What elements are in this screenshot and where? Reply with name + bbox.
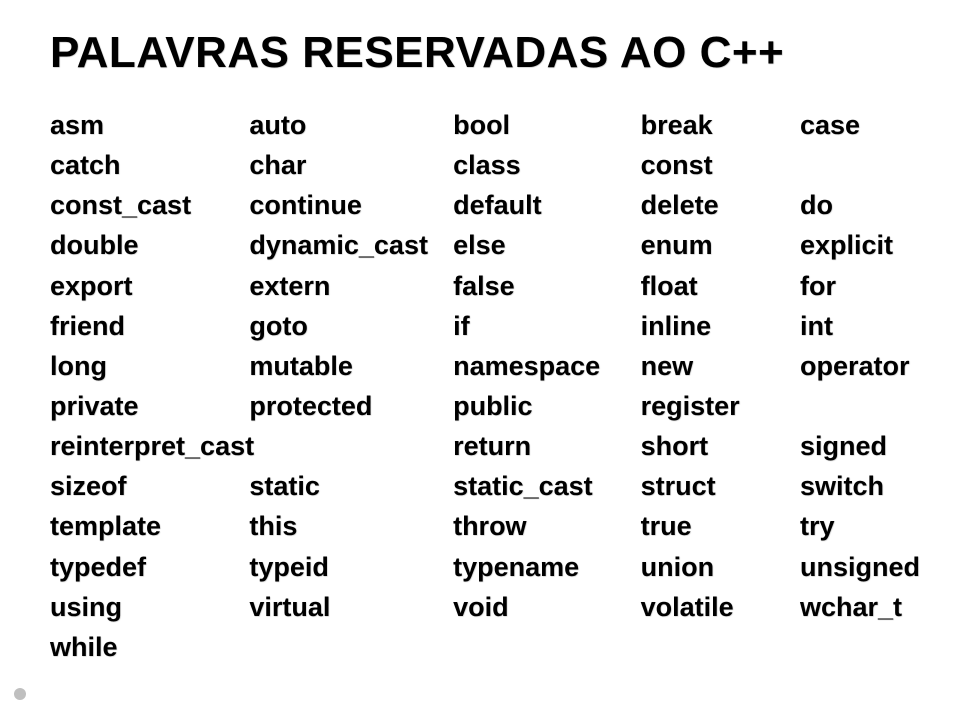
kw-cell xyxy=(453,628,641,668)
kw-cell: reinterpret_cast xyxy=(50,427,453,467)
kw-cell: protected xyxy=(249,387,453,427)
kw-cell: int xyxy=(800,307,920,347)
kw-cell: mutable xyxy=(249,347,453,387)
table-row: privateprotectedpublicregister xyxy=(50,387,920,427)
kw-cell: virtual xyxy=(249,588,453,628)
kw-cell: typeid xyxy=(249,548,453,588)
kw-cell: template xyxy=(50,507,249,547)
kw-cell: default xyxy=(453,186,641,226)
kw-cell: return xyxy=(453,427,641,467)
kw-cell: operator xyxy=(800,347,920,387)
slide-bullet-icon xyxy=(14,688,26,700)
kw-cell: long xyxy=(50,347,249,387)
kw-cell: break xyxy=(641,106,800,146)
kw-cell: dynamic_cast xyxy=(249,226,453,266)
table-row: while xyxy=(50,628,920,668)
kw-cell: true xyxy=(641,507,800,547)
kw-cell: bool xyxy=(453,106,641,146)
table-row: exportexternfalsefloatfor xyxy=(50,267,920,307)
kw-cell: class xyxy=(453,146,641,186)
table-row: doubledynamic_castelseenumexplicit xyxy=(50,226,920,266)
kw-cell: enum xyxy=(641,226,800,266)
kw-cell: union xyxy=(641,548,800,588)
kw-cell: const xyxy=(641,146,800,186)
kw-cell: while xyxy=(50,628,249,668)
kw-cell: switch xyxy=(800,467,920,507)
kw-cell: new xyxy=(641,347,800,387)
table-row: friendgotoifinlineint xyxy=(50,307,920,347)
kw-cell: using xyxy=(50,588,249,628)
kw-cell: else xyxy=(453,226,641,266)
kw-cell xyxy=(800,628,920,668)
kw-cell xyxy=(641,628,800,668)
kw-cell: goto xyxy=(249,307,453,347)
kw-cell: asm xyxy=(50,106,249,146)
page-title: PALAVRAS RESERVADAS AO C++ xyxy=(50,28,920,78)
table-row: catchcharclassconst xyxy=(50,146,920,186)
kw-cell: volatile xyxy=(641,588,800,628)
kw-cell: struct xyxy=(641,467,800,507)
kw-cell: wchar_t xyxy=(800,588,920,628)
kw-cell: export xyxy=(50,267,249,307)
kw-cell xyxy=(800,146,920,186)
keywords-table: asmautoboolbreakcase catchcharclassconst… xyxy=(50,106,920,668)
kw-cell: typedef xyxy=(50,548,249,588)
kw-cell: continue xyxy=(249,186,453,226)
kw-cell: sizeof xyxy=(50,467,249,507)
kw-cell: false xyxy=(453,267,641,307)
kw-cell: if xyxy=(453,307,641,347)
kw-cell: case xyxy=(800,106,920,146)
kw-cell: unsigned xyxy=(800,548,920,588)
kw-cell: public xyxy=(453,387,641,427)
kw-cell: catch xyxy=(50,146,249,186)
kw-cell: float xyxy=(641,267,800,307)
kw-cell: try xyxy=(800,507,920,547)
table-row: longmutablenamespacenewoperator xyxy=(50,347,920,387)
kw-cell: for xyxy=(800,267,920,307)
kw-cell: delete xyxy=(641,186,800,226)
table-row: sizeofstaticstatic_caststructswitch xyxy=(50,467,920,507)
table-row: usingvirtualvoidvolatilewchar_t xyxy=(50,588,920,628)
table-row: const_castcontinuedefaultdeletedo xyxy=(50,186,920,226)
kw-cell: namespace xyxy=(453,347,641,387)
table-row: typedeftypeidtypenameunionunsigned xyxy=(50,548,920,588)
kw-cell: short xyxy=(641,427,800,467)
kw-cell: inline xyxy=(641,307,800,347)
kw-cell: private xyxy=(50,387,249,427)
kw-cell: void xyxy=(453,588,641,628)
kw-cell: register xyxy=(641,387,800,427)
table-row: reinterpret_castreturnshortsigned xyxy=(50,427,920,467)
kw-cell: typename xyxy=(453,548,641,588)
kw-cell xyxy=(249,628,453,668)
kw-cell: double xyxy=(50,226,249,266)
kw-cell: throw xyxy=(453,507,641,547)
kw-cell: static_cast xyxy=(453,467,641,507)
kw-cell: this xyxy=(249,507,453,547)
kw-cell: do xyxy=(800,186,920,226)
kw-cell: extern xyxy=(249,267,453,307)
kw-cell: friend xyxy=(50,307,249,347)
table-row: asmautoboolbreakcase xyxy=(50,106,920,146)
kw-cell: signed xyxy=(800,427,920,467)
kw-cell xyxy=(800,387,920,427)
kw-cell: static xyxy=(249,467,453,507)
kw-cell: auto xyxy=(249,106,453,146)
kw-cell: explicit xyxy=(800,226,920,266)
kw-cell: const_cast xyxy=(50,186,249,226)
kw-cell: char xyxy=(249,146,453,186)
table-row: templatethisthrowtruetry xyxy=(50,507,920,547)
